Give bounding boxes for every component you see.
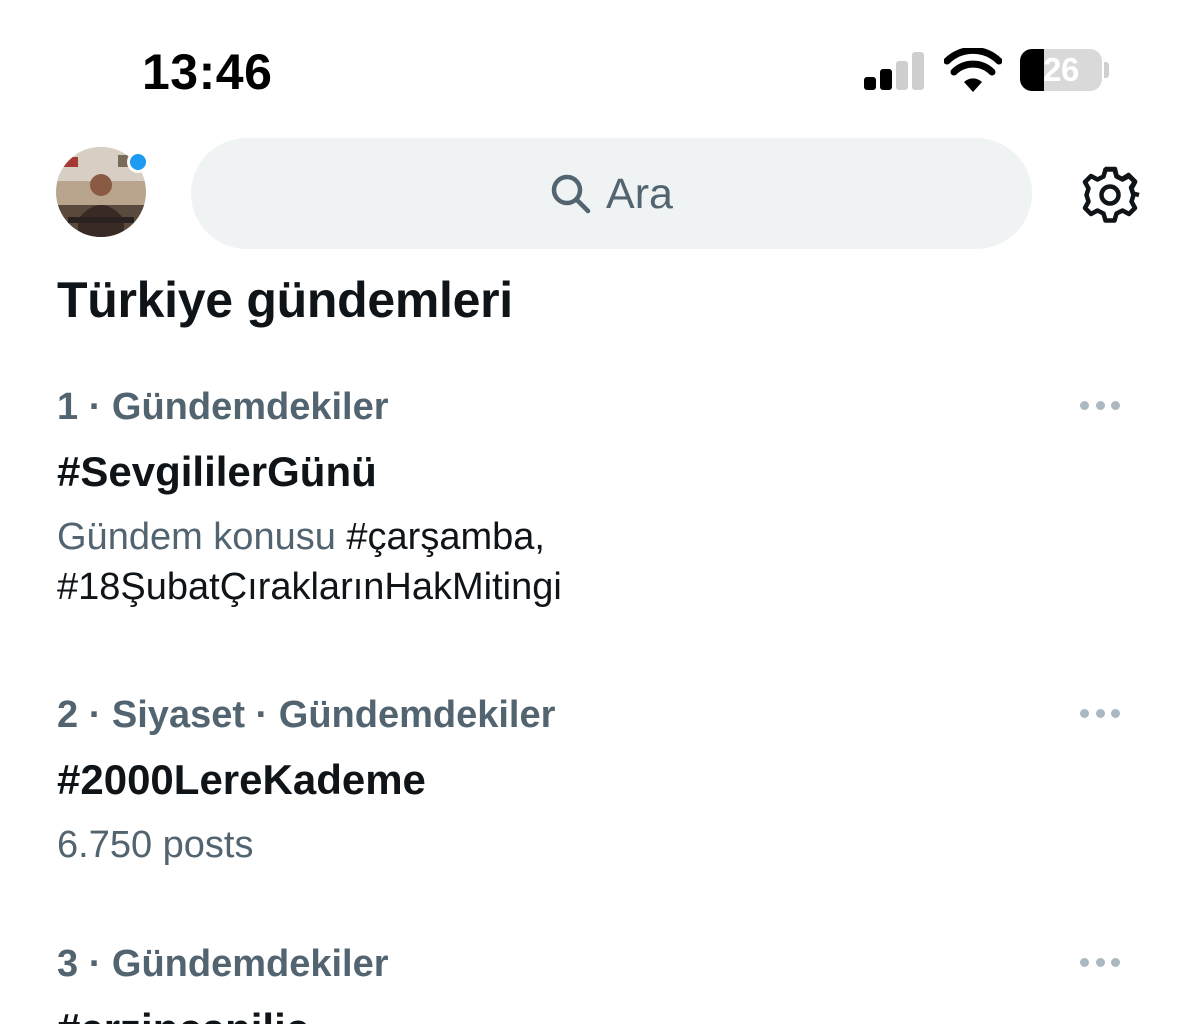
trend-description: Gündem konusu #çarşamba, bbox=[57, 515, 545, 559]
search-input[interactable]: Ara bbox=[191, 138, 1032, 249]
trend-meta: 2 · Siyaset · Gündemdekiler bbox=[57, 694, 556, 736]
trend-meta: 1 · Gündemdekiler bbox=[57, 386, 389, 428]
trend-item[interactable]: 2 · Siyaset · Gündemdekiler #2000LereKad… bbox=[0, 688, 1200, 878]
trend-item[interactable]: 1 · Gündemdekiler #SevgililerGünü Gündem… bbox=[0, 380, 1200, 630]
more-icon[interactable] bbox=[1080, 709, 1120, 721]
trend-post-count: 6.750 posts bbox=[57, 824, 254, 866]
battery-level: 26 bbox=[1043, 51, 1079, 88]
more-icon[interactable] bbox=[1080, 401, 1120, 413]
trend-item[interactable]: 3 · Gündemdekiler #erzincanilic bbox=[0, 937, 1200, 1024]
trend-title: #2000LereKademe bbox=[57, 756, 426, 803]
trend-meta: 3 · Gündemdekiler bbox=[57, 943, 389, 985]
search-icon bbox=[551, 174, 591, 213]
wifi-icon bbox=[944, 48, 1002, 92]
signal-icon bbox=[864, 52, 926, 90]
gear-icon[interactable] bbox=[1080, 165, 1140, 225]
search-placeholder: Ara bbox=[606, 169, 673, 218]
battery-nub bbox=[1104, 62, 1109, 78]
battery-icon: 26 bbox=[1020, 49, 1102, 91]
page-title: Türkiye gündemleri bbox=[57, 272, 513, 328]
trend-related-tag[interactable]: #çarşamba, bbox=[346, 516, 545, 558]
trend-title: #SevgililerGünü bbox=[57, 448, 377, 495]
trend-title: #erzincanilic bbox=[57, 1004, 309, 1024]
trend-desc-prefix: Gündem konusu bbox=[57, 516, 347, 558]
more-icon[interactable] bbox=[1080, 958, 1120, 970]
trend-description-line2: #18ŞubatÇırakların­HakMitingi bbox=[57, 565, 562, 609]
trend-related-tag[interactable]: #18ŞubatÇırakların­HakMitingi bbox=[57, 566, 562, 608]
status-time: 13:46 bbox=[142, 44, 273, 100]
notification-dot bbox=[127, 151, 149, 173]
